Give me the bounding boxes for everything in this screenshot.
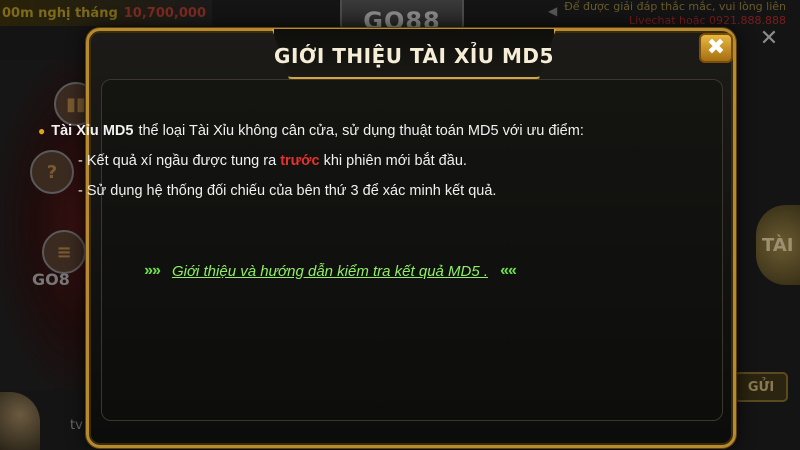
double-chevron-right-icon: »»: [144, 262, 161, 279]
background-close-icon[interactable]: ✕: [756, 26, 782, 52]
bullet-item-2: - Sử dụng hệ thống đối chiếu của bên thứ…: [78, 183, 497, 199]
support-line-1: Để được giải đáp thắc mắc, vui lòng liên: [564, 0, 786, 13]
intro-title: Tài Xỉu MD5: [51, 123, 134, 139]
bullet-1-prefix: - Kết quả xí ngầu được tung ra: [78, 153, 281, 169]
jackpot-label: 00m nghị tháng: [2, 5, 118, 21]
bullet-1-suffix: khi phiên mới bắt đầu.: [319, 153, 467, 169]
send-button[interactable]: GỬI: [734, 372, 788, 402]
avatar[interactable]: [0, 392, 40, 450]
left-brand-label: GO8: [32, 270, 70, 289]
jackpot-ticker: 00m nghị tháng 10,700,000: [0, 0, 212, 26]
close-button[interactable]: ✖: [699, 33, 733, 63]
history-icon[interactable]: ≡: [42, 230, 86, 274]
bullet-item-1: - Kết quả xí ngầu được tung ra trước khi…: [38, 146, 648, 176]
tai-badge[interactable]: TÀI: [756, 205, 800, 285]
intro-line: ● Tài Xỉu MD5 thể loại Tài Xỉu không cân…: [38, 116, 648, 146]
md5-intro-dialog: GIỚI THIỆU TÀI XỈU MD5 ✖: [86, 28, 736, 448]
double-chevron-left-icon: ««: [500, 262, 517, 279]
avatar-name: tv: [70, 418, 83, 433]
intro-text: thể loại Tài Xỉu không cân cửa, sử dụng …: [138, 123, 584, 139]
support-line-2: Livechat hoặc 0921.888.888: [629, 14, 786, 27]
dialog-body: ● Tài Xỉu MD5 thể loại Tài Xỉu không cân…: [38, 116, 648, 206]
close-icon[interactable]: ✖: [707, 37, 725, 59]
guide-link-row: »» Giới thiệu và hướng dẫn kiểm tra kết …: [130, 262, 530, 280]
md5-guide-link[interactable]: Giới thiệu và hướng dẫn kiểm tra kết quả…: [172, 263, 488, 280]
dialog-title: GIỚI THIỆU TÀI XỈU MD5: [274, 44, 554, 68]
jackpot-amount: 10,700,000: [123, 5, 207, 21]
bullet-1-highlight: trước: [280, 153, 320, 169]
bullet-dot-icon: ●: [38, 124, 46, 138]
